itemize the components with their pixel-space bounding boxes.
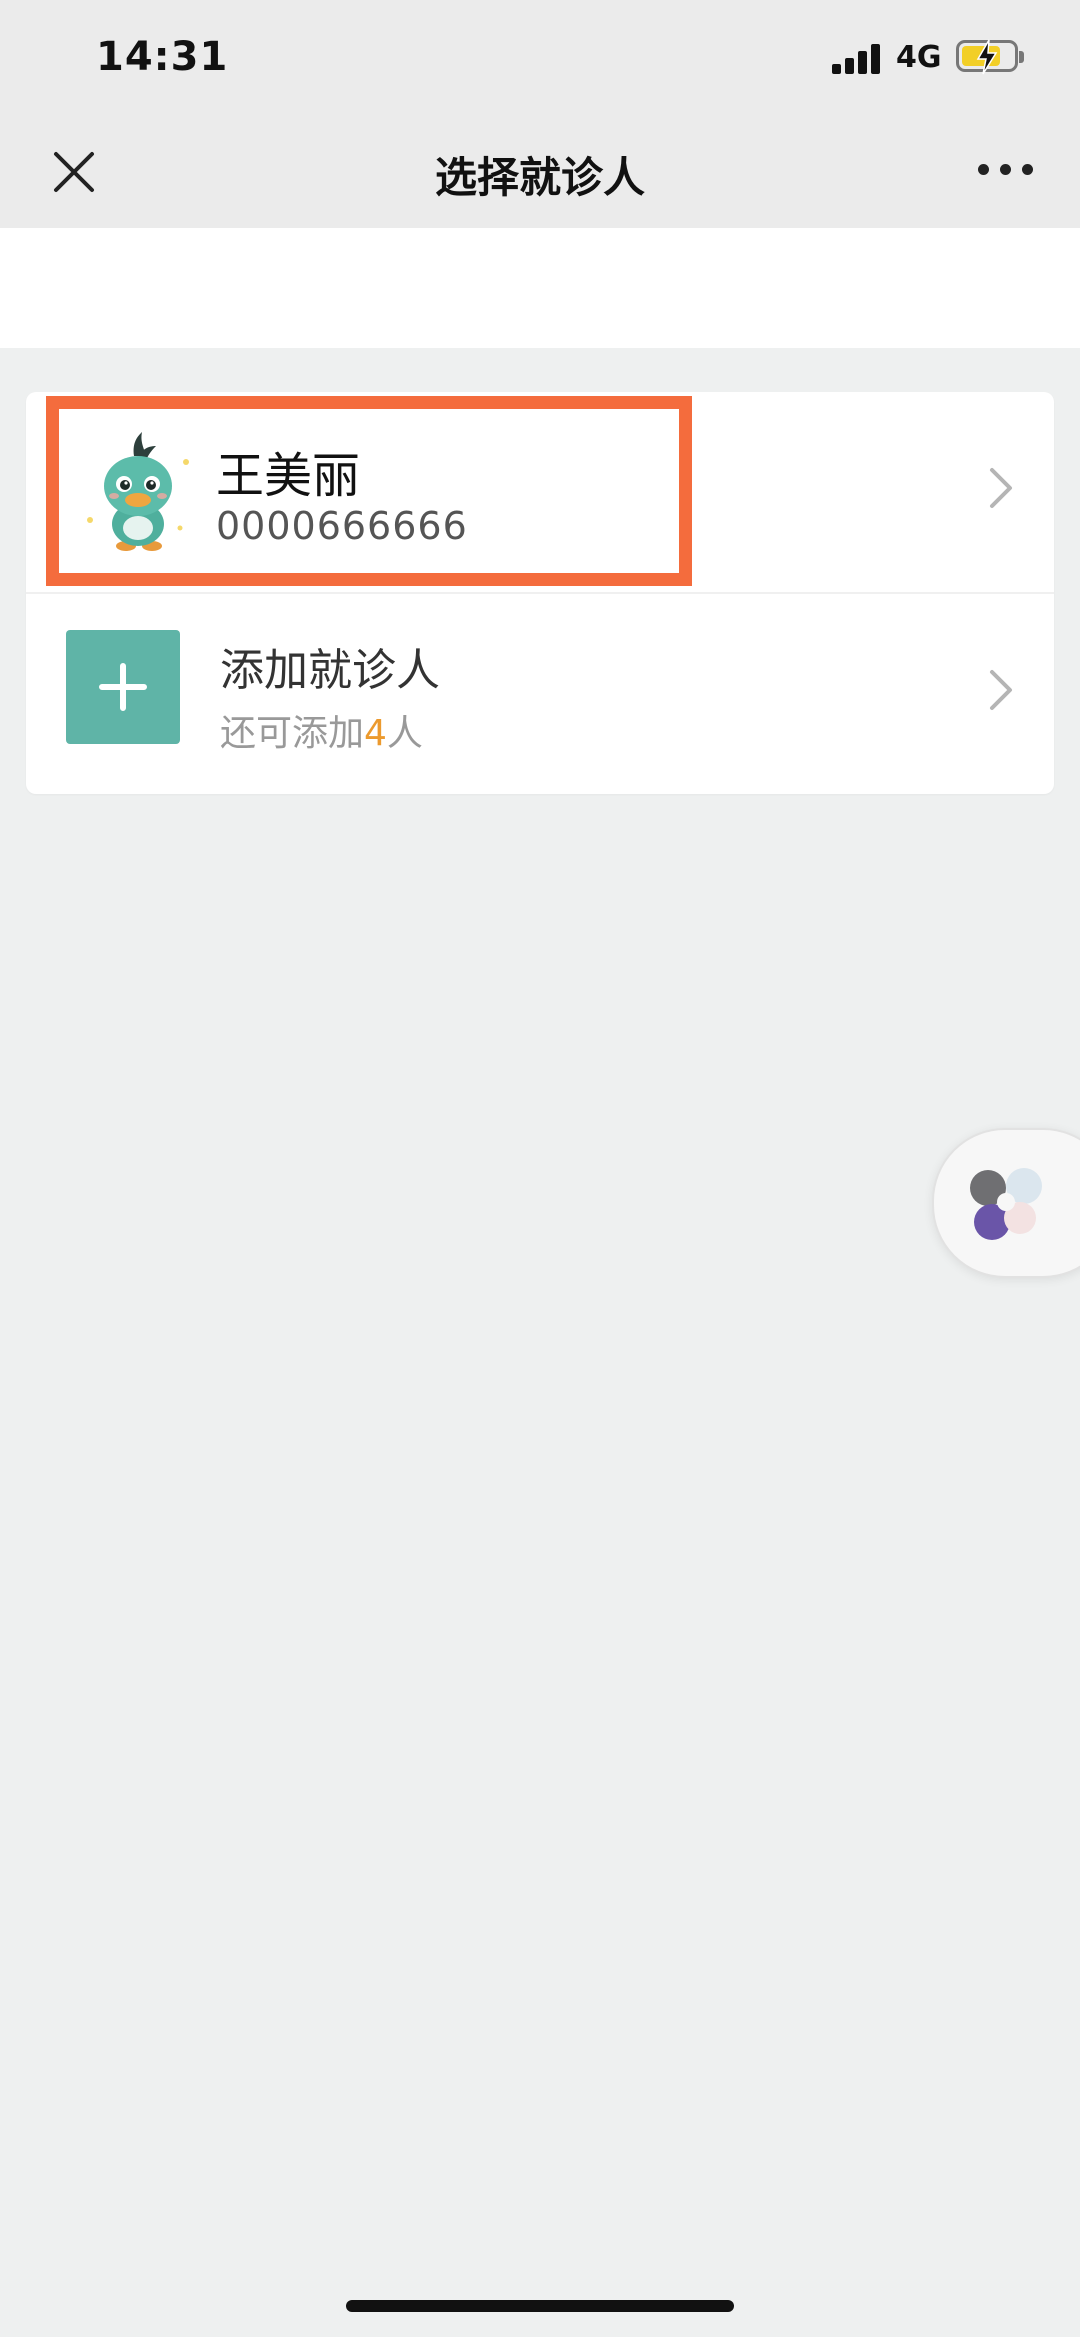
add-patient-label: 添加就诊人 bbox=[220, 645, 440, 696]
nav-bar: 选择就诊人 bbox=[0, 120, 1080, 228]
remaining-suffix: 人 bbox=[386, 713, 423, 754]
chevron-right-icon bbox=[986, 466, 1016, 510]
network-type: 4G bbox=[896, 40, 942, 75]
floating-assistant-button[interactable] bbox=[932, 1128, 1080, 1278]
battery-icon bbox=[956, 39, 1024, 75]
top-banner-area bbox=[0, 228, 1080, 348]
plus-icon bbox=[66, 630, 180, 744]
remaining-count: 4 bbox=[364, 713, 387, 754]
add-patient-row[interactable]: 添加就诊人 还可添加4人 bbox=[26, 594, 1054, 794]
remaining-prefix: 还可添加 bbox=[220, 713, 365, 754]
more-icon[interactable] bbox=[978, 164, 1034, 178]
status-time: 14:31 bbox=[96, 34, 229, 80]
home-indicator bbox=[346, 2300, 734, 2312]
floating-assistant-icon bbox=[970, 1168, 1042, 1240]
add-patient-remaining: 还可添加4人 bbox=[220, 704, 423, 756]
status-bar: 14:31 4G bbox=[0, 0, 1080, 120]
chevron-right-icon bbox=[986, 668, 1016, 712]
signal-icon bbox=[832, 44, 882, 74]
page-title: 选择就诊人 bbox=[434, 153, 645, 202]
selection-highlight bbox=[46, 396, 692, 586]
